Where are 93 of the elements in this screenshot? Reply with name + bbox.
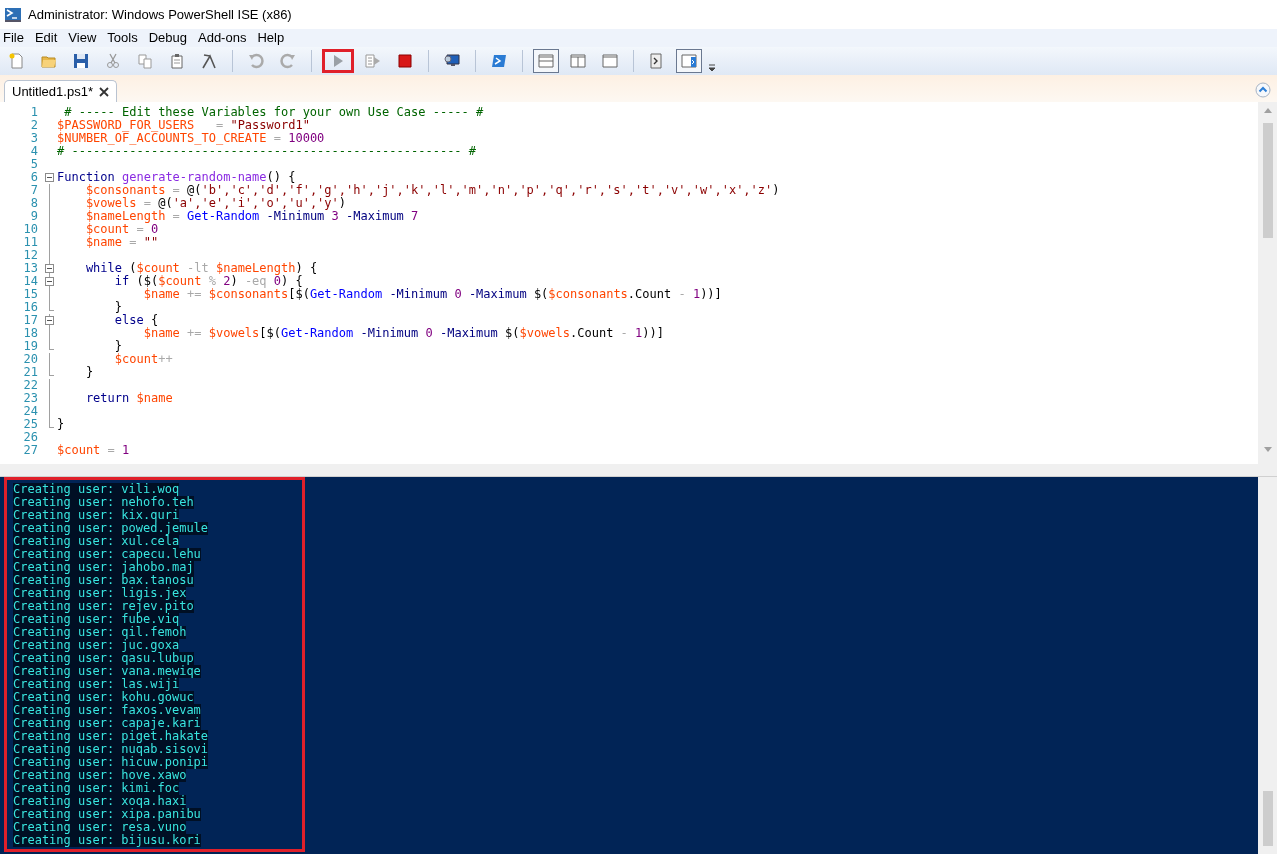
window-title: Administrator: Windows PowerShell ISE (x86) xyxy=(28,5,292,24)
line-number: 19 xyxy=(22,340,38,353)
menu-item[interactable]: Debug xyxy=(145,28,190,48)
line-number: 10 xyxy=(22,223,38,236)
code-line: } xyxy=(113,301,123,314)
fold-toggle-icon[interactable] xyxy=(45,173,54,182)
line-number: 18 xyxy=(22,327,38,340)
code-line: $consonants = @('b','c','d','f','g','h','j','k','l','m','n','p','q','r','s','t','v','w','x','z') xyxy=(84,184,780,197)
menu-item[interactable]: Add-ons xyxy=(195,28,250,48)
code-line: $count++ xyxy=(113,353,173,366)
line-number: 1 xyxy=(29,106,38,119)
scroll-thumb[interactable] xyxy=(1262,123,1273,238)
code-line: $vowels = @('a','e','i','o','u','y') xyxy=(84,197,347,210)
line-number: 20 xyxy=(22,353,38,366)
code-line: } xyxy=(57,418,65,431)
code-line: $name = "" xyxy=(84,236,159,249)
pane-right-icon xyxy=(570,53,586,69)
fold-toggle-icon[interactable] xyxy=(45,277,54,286)
line-number: 23 xyxy=(22,392,38,405)
undo-icon xyxy=(248,53,264,69)
menu-item[interactable]: Tools xyxy=(104,28,141,48)
new-file-icon xyxy=(9,53,25,69)
copy-icon xyxy=(137,53,153,69)
powershell-icon xyxy=(491,53,507,69)
fold-toggle-icon[interactable] xyxy=(45,316,54,325)
line-number: 14 xyxy=(22,275,38,288)
line-number: 13 xyxy=(22,262,38,275)
line-number: 11 xyxy=(22,236,38,249)
menu-item[interactable]: Help xyxy=(254,28,288,48)
line-number: 22 xyxy=(22,379,38,392)
scroll-down-icon[interactable] xyxy=(1263,447,1272,452)
line-number: 3 xyxy=(29,132,38,145)
menu-item[interactable]: File xyxy=(0,28,27,48)
run-selection-icon xyxy=(365,53,381,69)
code-line: # ----- Edit these Variables for your own Use Case ----- # xyxy=(63,106,484,119)
code-line: $nameLength = Get-Random -Minimum 3 -Maximum 7 xyxy=(84,210,419,223)
line-number: 8 xyxy=(29,197,38,210)
scroll-thumb[interactable] xyxy=(1262,791,1273,846)
line-number: 17 xyxy=(22,314,38,327)
line-number: 4 xyxy=(29,145,38,158)
paste-icon xyxy=(169,53,185,69)
toolbar-button[interactable] xyxy=(322,49,354,73)
line-number: 12 xyxy=(22,249,38,262)
line-number: 24 xyxy=(22,405,38,418)
fold-toggle-icon[interactable] xyxy=(45,264,54,273)
code-line: return $name xyxy=(84,392,173,405)
line-number: 5 xyxy=(29,158,38,171)
line-number: 9 xyxy=(29,210,38,223)
line-number: 25 xyxy=(22,418,38,431)
tab-label: Untitled1.ps1* xyxy=(12,82,93,101)
scroll-up-icon[interactable] xyxy=(1263,108,1272,113)
command-pane-icon xyxy=(649,53,665,69)
line-number: 15 xyxy=(22,288,38,301)
monitor-icon xyxy=(444,53,460,69)
code-line: $PASSWORD_FOR_USERS = "Password1" xyxy=(57,119,310,132)
app-icon xyxy=(4,6,22,23)
overflow-caret-icon[interactable] xyxy=(708,63,716,73)
line-number: 2 xyxy=(29,119,38,132)
line-number: 6 xyxy=(29,171,38,184)
pane-top-icon xyxy=(538,53,554,69)
pane-maximized-icon xyxy=(602,53,618,69)
toolbar-button[interactable] xyxy=(533,49,559,73)
close-icon[interactable] xyxy=(98,86,109,97)
redo-icon xyxy=(280,53,296,69)
code-line: $count = 0 xyxy=(84,223,159,236)
code-line: Function generate-random-name() { xyxy=(57,171,296,184)
menu-item[interactable]: View xyxy=(65,28,100,48)
line-number: 27 xyxy=(22,444,38,457)
code-line: if ($($count % 2) -eq 0) { xyxy=(113,275,303,288)
code-line: $name += $vowels[$(Get-Random -Minimum 0 -Maximum $($vowels.Count - 1))] xyxy=(142,327,664,340)
cut-icon xyxy=(105,53,121,69)
code-line: while ($count -lt $nameLength) { xyxy=(84,262,318,275)
stop-icon xyxy=(397,53,413,69)
scrollbar[interactable] xyxy=(1258,102,1277,464)
script-pane-icon xyxy=(681,53,697,69)
line-number: 16 xyxy=(22,301,38,314)
toolbar-button[interactable] xyxy=(676,49,702,73)
code-line: $count = 1 xyxy=(57,444,130,457)
save-icon xyxy=(73,53,89,69)
line-number: 26 xyxy=(22,431,38,444)
code-line: else { xyxy=(113,314,159,327)
code-line: $NUMBER_OF_ACCOUNTS_TO_CREATE = 10000 xyxy=(57,132,325,145)
code-line: } xyxy=(113,340,123,353)
line-number: 7 xyxy=(29,184,38,197)
code-line: $name += $consonants[$(Get-Random -Minimum 0 -Maximum $($consonants.Count - 1))] xyxy=(142,288,722,301)
script-tab[interactable]: Untitled1.ps1* xyxy=(4,80,117,102)
line-number: 21 xyxy=(22,366,38,379)
menu-item[interactable]: Edit xyxy=(31,28,61,48)
open-folder-icon xyxy=(41,53,57,69)
scrollbar[interactable] xyxy=(1258,477,1277,854)
code-line: # ------------------------------------------------------ # xyxy=(57,145,477,158)
code-line: } xyxy=(84,366,94,379)
collapse-icon[interactable] xyxy=(1255,82,1271,98)
